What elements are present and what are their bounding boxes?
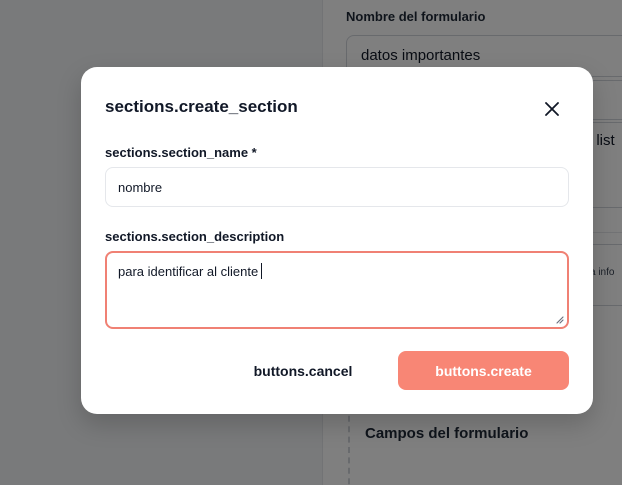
section-description-label: sections.section_description: [105, 229, 285, 244]
section-name-label: sections.section_name *: [105, 145, 257, 160]
create-section-modal: sections.create_section sections.section…: [81, 67, 593, 414]
section-name-input[interactable]: [105, 167, 569, 207]
text-caret: [261, 263, 263, 279]
close-icon: [545, 102, 559, 116]
resize-handle-icon[interactable]: [554, 314, 564, 324]
close-button[interactable]: [540, 97, 564, 121]
cancel-button[interactable]: buttons.cancel: [237, 351, 369, 390]
section-description-textarea[interactable]: para identificar al cliente: [105, 251, 569, 329]
section-description-value: para identificar al cliente: [118, 263, 263, 279]
create-button[interactable]: buttons.create: [398, 351, 569, 390]
modal-title: sections.create_section: [105, 97, 298, 116]
